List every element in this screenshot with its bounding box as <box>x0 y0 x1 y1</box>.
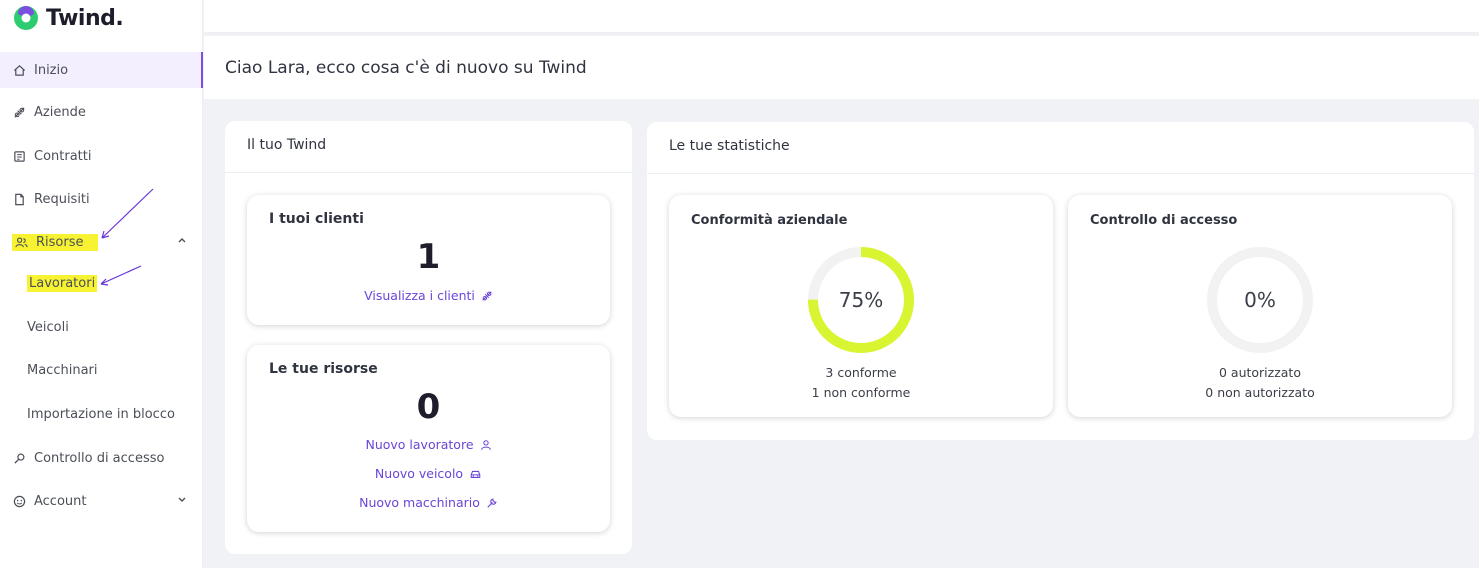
access-card: Controllo di accesso 0% 0 autorizzato 0 … <box>1068 195 1452 417</box>
compliance-line1: 3 conforme <box>825 365 897 380</box>
sidebar-item-contratti[interactable]: Contratti <box>0 138 203 174</box>
document-icon <box>12 192 26 206</box>
twind-panel: Il tuo Twind I tuoi clienti 1 Visualizza… <box>225 121 632 554</box>
logo[interactable]: Twind. <box>12 4 124 32</box>
twind-logo-icon <box>14 6 38 30</box>
twind-panel-title: Il tuo Twind <box>247 137 327 153</box>
sidebar-item-label: Inizio <box>34 62 69 78</box>
access-line1: 0 autorizzato <box>1218 365 1301 380</box>
compliance-title: Conformità aziendale <box>691 213 848 228</box>
sidebar-item-label: Requisiti <box>34 191 90 207</box>
sidebar-item-requisiti[interactable]: Requisiti <box>0 181 203 217</box>
key-icon <box>12 451 26 465</box>
chevron-down-icon[interactable] <box>177 494 187 509</box>
account-icon <box>12 494 26 508</box>
sidebar-item-label: Risorse <box>36 234 84 250</box>
link-icon <box>12 105 26 119</box>
stats-panel: Le tue statistiche Conformità aziendale … <box>647 122 1474 440</box>
access-percent: 0% <box>1244 288 1276 312</box>
car-icon <box>470 470 481 478</box>
new-worker-link[interactable]: Nuovo lavoratore <box>247 437 610 452</box>
new-vehicle-link-label: Nuovo veicolo <box>374 466 464 481</box>
divider <box>225 172 632 173</box>
view-clients-link-label: Visualizza i clienti <box>364 288 475 303</box>
user-icon <box>480 439 491 450</box>
sidebar-subitem-label: Macchinari <box>27 363 98 378</box>
home-icon <box>12 63 26 77</box>
sidebar-subitem-macchinari[interactable]: Macchinari <box>27 363 98 378</box>
sidebar-item-label: Aziende <box>34 104 86 120</box>
wrench-icon <box>487 497 497 508</box>
logo-text: Twind. <box>46 5 124 31</box>
clients-count: 1 <box>416 237 441 277</box>
sidebar-item-label: Contratti <box>34 148 92 164</box>
chevron-up-icon[interactable] <box>177 235 187 250</box>
sidebar-subitem-lavoratori[interactable]: Lavoratori <box>27 275 98 292</box>
top-bar <box>204 0 1479 34</box>
stats-panel-title: Le tue statistiche <box>669 138 790 154</box>
compliance-donut: 75% <box>806 245 916 355</box>
clients-card: I tuoi clienti 1 Visualizza i clienti <box>247 195 610 325</box>
divider <box>647 173 1474 174</box>
new-machinery-link[interactable]: Nuovo macchinario <box>247 495 610 510</box>
sidebar-item-label: Account <box>34 493 87 509</box>
compliance-line2: 1 non conforme <box>811 385 911 400</box>
sidebar-item-account[interactable]: Account <box>0 483 203 519</box>
new-vehicle-link[interactable]: Nuovo veicolo <box>247 466 610 481</box>
sidebar-item-risorse[interactable]: Risorse <box>0 224 203 260</box>
resources-count: 0 <box>416 387 441 427</box>
access-title: Controllo di accesso <box>1090 213 1238 228</box>
clients-card-title: I tuoi clienti <box>269 211 364 227</box>
resources-card-title: Le tue risorse <box>269 361 378 377</box>
resources-card: Le tue risorse 0 Nuovo lavoratore Nuovo … <box>247 345 610 532</box>
sidebar-item-aziende[interactable]: Aziende <box>0 94 203 130</box>
sidebar-subitem-label: Importazione in blocco <box>27 407 175 422</box>
view-clients-link[interactable]: Visualizza i clienti <box>247 288 610 303</box>
sidebar-subitem-veicoli[interactable]: Veicoli <box>27 320 69 335</box>
contract-icon <box>12 149 26 163</box>
page-title: Ciao Lara, ecco cosa c'è di nuovo su Twi… <box>225 57 587 78</box>
new-worker-link-label: Nuovo lavoratore <box>365 437 474 452</box>
sidebar-item-controllo-accesso[interactable]: Controllo di accesso <box>0 440 203 476</box>
risorse-highlight: Risorse <box>12 233 98 251</box>
sidebar-subitem-importazione[interactable]: Importazione in blocco <box>27 407 175 422</box>
sidebar-subitem-label: Lavoratori <box>27 275 98 292</box>
compliance-percent: 75% <box>838 288 884 312</box>
sidebar: Twind. Inizio Aziende Contratti Requisit… <box>0 0 203 568</box>
sidebar-subitem-label: Veicoli <box>27 320 69 335</box>
access-line2: 0 non autorizzato <box>1205 385 1315 400</box>
sidebar-item-inizio[interactable]: Inizio <box>0 52 203 88</box>
page-header: Ciao Lara, ecco cosa c'è di nuovo su Twi… <box>204 36 1479 99</box>
access-donut: 0% <box>1205 245 1315 355</box>
link-icon <box>482 290 492 301</box>
people-icon <box>14 235 28 249</box>
compliance-card: Conformità aziendale 75% 3 conforme 1 no… <box>669 195 1053 417</box>
sidebar-item-label: Controllo di accesso <box>34 450 165 466</box>
new-machinery-link-label: Nuovo macchinario <box>359 495 480 510</box>
